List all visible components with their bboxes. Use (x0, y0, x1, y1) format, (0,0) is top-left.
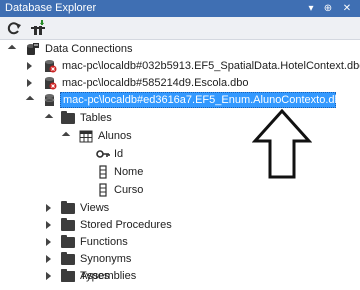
tree-node-label: Tables (80, 112, 112, 124)
close-icon[interactable]: ✕ (341, 0, 353, 17)
tree-node-label: Stored Procedures (80, 219, 172, 231)
tree-node-label: Synonyms (80, 253, 132, 265)
collapse-arrow-icon[interactable] (27, 79, 32, 87)
tree-node-functions-folder[interactable]: Functions (0, 234, 360, 250)
tree-node-label: Nome (114, 166, 144, 178)
tree-node-column-curso[interactable]: Curso (0, 182, 360, 198)
tree-node-stored-procedures-folder[interactable]: Stored Procedures (0, 217, 360, 233)
panel-title: Database Explorer (5, 2, 97, 14)
folder-icon (61, 111, 75, 124)
tree-node-data-connections[interactable]: Data Connections (0, 41, 360, 57)
tree-node-connection[interactable]: mac-pc\localdb#585214d9.Escola.dbo (0, 75, 360, 91)
dropdown-icon[interactable]: ▾ (305, 0, 317, 17)
tree-node-label: Id (114, 148, 124, 160)
expand-arrow-icon[interactable] (44, 113, 54, 123)
connection-label: mac-pc\localdb#032b5913.EF5_SpatialData.… (62, 60, 360, 72)
connection-label: mac-pc\localdb#ed3616a7.EF5_Enum.AlunoCo… (63, 94, 347, 106)
tree-node-views-folder[interactable]: Views (0, 200, 360, 216)
collapse-arrow-icon[interactable] (27, 62, 32, 70)
expand-arrow-icon[interactable] (61, 131, 71, 141)
panel-title-bar: Database Explorer ▾ ⊕ ✕ (0, 0, 360, 17)
toolbar (0, 17, 360, 40)
folder-icon (61, 218, 75, 231)
expand-arrow-icon[interactable] (7, 44, 17, 54)
tree-node-connection-selected[interactable]: mac-pc\localdb#ed3616a7.EF5_Enum.AlunoCo… (0, 92, 360, 108)
tree-node-label: Data Connections (45, 43, 133, 55)
database-error-icon (45, 60, 57, 73)
folder-icon (61, 201, 75, 214)
tree-node-label: Functions (80, 236, 128, 248)
collapse-arrow-icon[interactable] (46, 204, 51, 212)
database-connected-icon (44, 94, 55, 106)
key-icon (96, 150, 110, 158)
tree-node-label: Views (80, 202, 110, 214)
tree-node-synonyms-folder[interactable]: Synonyms (0, 251, 360, 267)
tree-node-label: Curso (114, 184, 144, 196)
tree-node-assemblies-folder[interactable]: Assemblies (0, 268, 360, 284)
folder-icon (61, 252, 75, 265)
collapse-arrow-icon[interactable] (46, 272, 51, 280)
refresh-icon[interactable] (6, 20, 22, 36)
expand-arrow-icon[interactable] (25, 95, 35, 105)
tree-node-label: Assemblies (80, 270, 137, 282)
data-connections-icon (27, 43, 39, 55)
tree-node-connection[interactable]: mac-pc\localdb#032b5913.EF5_SpatialData.… (0, 58, 360, 74)
collapse-arrow-icon[interactable] (46, 238, 51, 246)
up-arrow-annotation-icon (252, 109, 312, 179)
tree-node-label: Alunos (98, 130, 132, 142)
connect-database-icon[interactable] (30, 20, 46, 36)
column-icon (99, 165, 107, 179)
folder-icon (61, 269, 75, 282)
collapse-arrow-icon[interactable] (46, 221, 51, 229)
collapse-arrow-icon[interactable] (46, 255, 51, 263)
connection-label: mac-pc\localdb#585214d9.Escola.dbo (62, 77, 249, 89)
table-icon (79, 130, 93, 143)
database-error-icon (45, 77, 57, 90)
column-icon (99, 183, 107, 197)
folder-icon (61, 235, 75, 248)
pin-icon[interactable]: ⊕ (322, 0, 334, 17)
